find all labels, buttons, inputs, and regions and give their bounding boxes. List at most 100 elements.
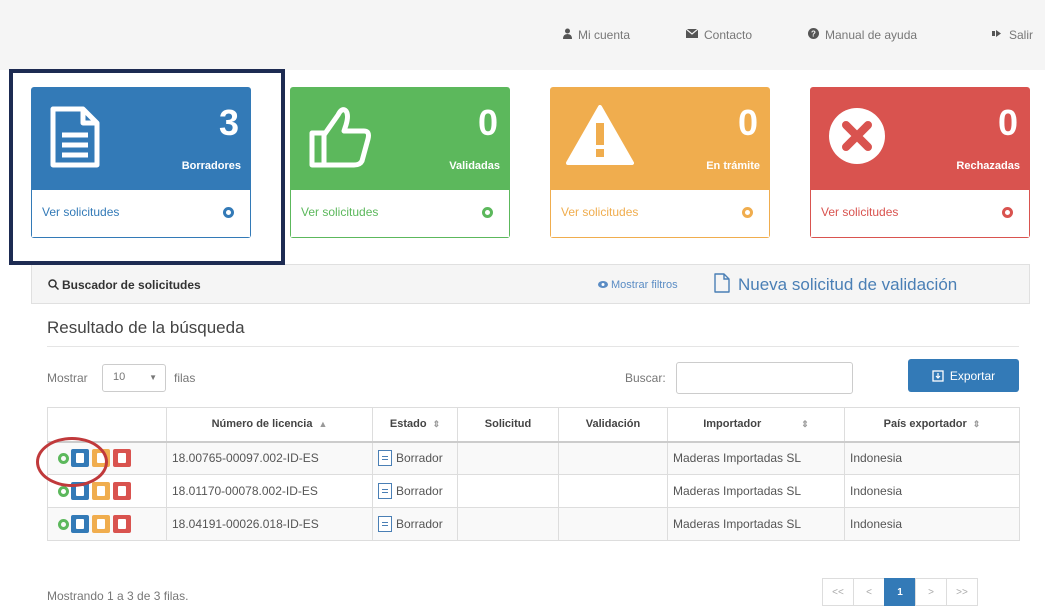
pager-first[interactable]: <<: [822, 578, 854, 606]
page-size-value: 10: [113, 371, 126, 383]
cell-license-number: 18.04191-00026.018-ID-ES: [166, 507, 373, 541]
document-icon: [378, 450, 392, 467]
nav-help-manual[interactable]: ? Manual de ayuda: [808, 28, 917, 42]
rejected-card-header: 0 Rechazadas: [810, 87, 1030, 190]
validated-card-header: 0 Validadas: [290, 87, 510, 190]
status-text: Borrador: [396, 484, 443, 498]
cell-status: Borrador: [372, 474, 458, 508]
open-button[interactable]: [71, 449, 89, 468]
times-circle-icon: [826, 105, 888, 170]
top-bar: Mi cuenta Contacto ? Manual de ayuda Sal…: [0, 0, 1045, 70]
col-license-number[interactable]: Número de licencia ▲: [166, 407, 373, 443]
pencil-icon: [97, 486, 105, 496]
rows-label: filas: [174, 371, 196, 385]
document-icon: [378, 483, 392, 499]
edit-button[interactable]: [92, 515, 110, 533]
user-icon: [563, 28, 572, 42]
arrow-circle-icon: [223, 207, 234, 218]
rejected-card-footer[interactable]: Ver solicitudes: [810, 190, 1030, 238]
sort-icon: ⇕: [432, 419, 441, 430]
cell-validation: [558, 441, 668, 475]
drafts-view-link[interactable]: Ver solicitudes: [42, 205, 119, 219]
search-input[interactable]: [676, 362, 853, 394]
cell-request: [457, 507, 559, 541]
trash-icon: [118, 519, 126, 529]
nav-my-account[interactable]: Mi cuenta: [563, 28, 630, 42]
list-icon: [76, 519, 84, 529]
top-nav: Mi cuenta Contacto ? Manual de ayuda Sal…: [0, 28, 1045, 44]
cell-export-country: Indonesia: [844, 441, 1020, 475]
pager-current[interactable]: 1: [884, 578, 916, 606]
view-circle-icon[interactable]: [58, 452, 69, 464]
cell-importer: Maderas Importadas SL: [667, 441, 845, 475]
validated-card: 0 Validadas Ver solicitudes: [290, 87, 510, 238]
cell-validation: [558, 507, 668, 541]
new-request-link[interactable]: Nueva solicitud de validación: [714, 273, 957, 295]
col-importer[interactable]: Importador ⇕: [667, 407, 845, 443]
table-row[interactable]: 18.04191-00026.018-ID-ES Borrador Madera…: [47, 507, 1020, 541]
validated-view-link[interactable]: Ver solicitudes: [301, 205, 378, 219]
eye-icon: [598, 281, 608, 288]
rejected-view-link[interactable]: Ver solicitudes: [821, 205, 898, 219]
nav-my-account-label: Mi cuenta: [578, 28, 631, 42]
cell-license-number: 18.00765-00097.002-ID-ES: [166, 441, 373, 475]
export-label: Exportar: [949, 368, 996, 383]
validated-card-footer[interactable]: Ver solicitudes: [290, 190, 510, 238]
search-panel-header: Buscador de solicitudes Mostrar filtros …: [31, 264, 1030, 304]
arrow-circle-icon: [1002, 207, 1013, 218]
col-export-country-label: País exportador: [883, 418, 967, 431]
results-summary: Mostrando 1 a 3 de 3 filas.: [47, 589, 189, 603]
view-circle-icon[interactable]: [58, 485, 69, 497]
in-process-card-footer[interactable]: Ver solicitudes: [550, 190, 770, 238]
page-size-select[interactable]: 10 ▼: [102, 364, 166, 392]
cell-request: [457, 441, 559, 475]
export-button[interactable]: Exportar: [908, 359, 1019, 392]
rejected-label: Rechazadas: [956, 160, 1020, 172]
search-icon: [48, 279, 60, 291]
table-row[interactable]: 18.01170-00078.002-ID-ES Borrador Madera…: [47, 474, 1020, 508]
svg-text:?: ?: [811, 30, 816, 39]
export-file-icon: [932, 369, 944, 382]
in-process-card-header: 0 En trámite: [550, 87, 770, 190]
col-validation-label: Validación: [585, 418, 641, 431]
list-icon: [76, 453, 84, 464]
row-actions: [47, 507, 167, 541]
open-button[interactable]: [71, 482, 89, 500]
pager-last[interactable]: >>: [946, 578, 978, 606]
delete-button[interactable]: [113, 515, 131, 533]
col-export-country[interactable]: País exportador ⇕: [844, 407, 1020, 443]
delete-button[interactable]: [113, 482, 131, 500]
nav-logout[interactable]: Salir: [992, 28, 1033, 42]
cell-request: [457, 474, 559, 508]
pager-prev[interactable]: <: [853, 578, 885, 606]
view-circle-icon[interactable]: [58, 518, 69, 530]
edit-button[interactable]: [92, 449, 110, 468]
rejected-card: 0 Rechazadas Ver solicitudes: [810, 87, 1030, 238]
in-process-label: En trámite: [706, 160, 760, 172]
delete-button[interactable]: [113, 449, 131, 468]
show-filters-link[interactable]: Mostrar filtros: [598, 279, 678, 291]
show-filters-label: Mostrar filtros: [611, 279, 678, 291]
col-status[interactable]: Estado ⇕: [372, 407, 458, 443]
table-row[interactable]: 18.00765-00097.002-ID-ES Borrador Madera…: [47, 441, 1020, 475]
drafts-card-footer[interactable]: Ver solicitudes: [31, 190, 251, 238]
drafts-card-header: 3 Borradores: [31, 87, 251, 190]
pager-next[interactable]: >: [915, 578, 947, 606]
col-importer-label: Importador: [703, 418, 762, 431]
cell-export-country: Indonesia: [844, 474, 1020, 508]
sort-icon: ⇕: [801, 419, 809, 430]
validated-label: Validadas: [449, 160, 500, 172]
search-panel-title-text: Buscador de solicitudes: [62, 278, 201, 292]
new-document-icon: [714, 273, 730, 293]
nav-contact[interactable]: Contacto: [685, 28, 752, 42]
document-icon: [378, 516, 392, 532]
in-process-count: 0: [737, 102, 758, 143]
edit-button[interactable]: [92, 482, 110, 500]
arrow-circle-icon: [482, 207, 493, 218]
sort-icon: ⇕: [972, 419, 981, 430]
show-label: Mostrar: [47, 371, 88, 385]
in-process-view-link[interactable]: Ver solicitudes: [561, 205, 638, 219]
sort-asc-icon: ▲: [318, 419, 328, 430]
open-button[interactable]: [71, 515, 89, 533]
new-request-label: Nueva solicitud de validación: [738, 275, 958, 294]
